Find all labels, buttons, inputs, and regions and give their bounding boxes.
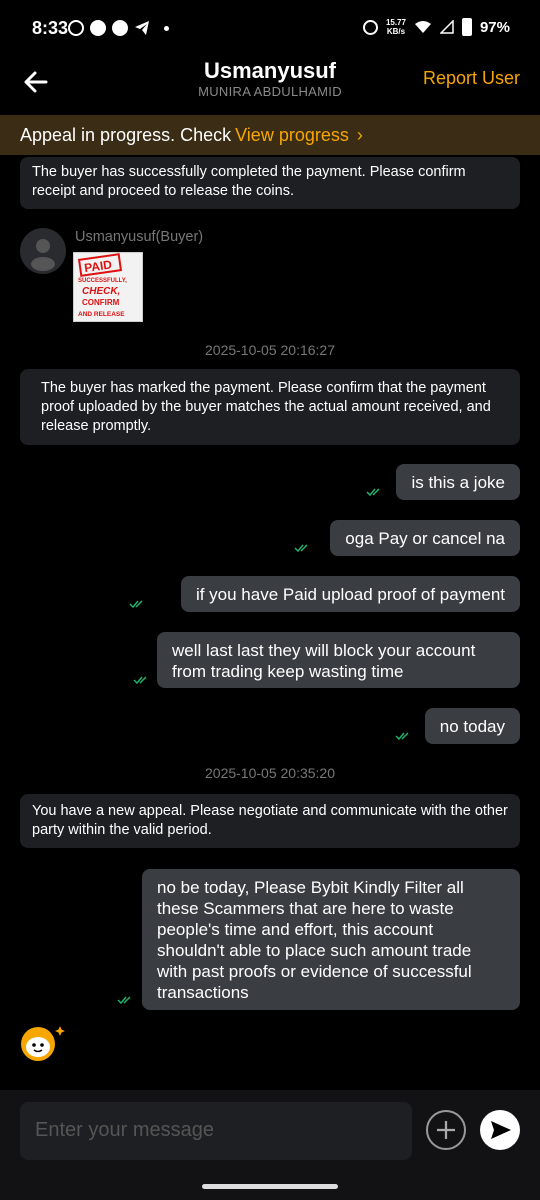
svg-text:CHECK,: CHECK, [82, 286, 120, 297]
payment-proof-image[interactable]: PAID SUCCESSFULLY, CHECK, CONFIRM AND RE… [73, 252, 143, 322]
chevron-right-icon[interactable]: › [357, 125, 363, 146]
add-attachment-button[interactable] [426, 1110, 466, 1150]
view-progress-link[interactable]: View progress [235, 125, 349, 146]
facebook-icon-2 [112, 20, 128, 36]
whatsapp-icon [68, 20, 84, 36]
system-message: You have a new appeal. Please negotiate … [20, 794, 520, 848]
facebook-icon [90, 20, 106, 36]
battery-percent: 97% [479, 18, 510, 36]
telegram-icon [135, 21, 149, 35]
svg-text:SUCCESSFULLY,: SUCCESSFULLY, [78, 278, 127, 284]
read-check-icon [395, 732, 409, 741]
user-icon [31, 239, 55, 271]
sender-name: Usmanyusuf(Buyer) [75, 229, 204, 245]
read-check-icon [133, 676, 147, 685]
notification-icons [68, 20, 169, 36]
chat-bubble: if you have Paid upload proof of payment [180, 576, 520, 612]
chat-bubble: no be today, Please Bybit Kindly Filter … [142, 869, 520, 1010]
timestamp: 2025-10-05 20:16:27 [205, 342, 335, 358]
home-indicator[interactable] [202, 1184, 338, 1189]
read-check-icon [366, 488, 380, 497]
support-bot-icon[interactable] [16, 1022, 66, 1062]
chat-bubble: oga Pay or cancel na [330, 520, 520, 556]
net-speed: 15.77 KB/s [386, 18, 406, 36]
appeal-banner: Appeal in progress. Check View progress … [0, 115, 540, 155]
read-check-icon [294, 544, 308, 553]
avatar [20, 228, 66, 274]
status-time: 8:33 [32, 18, 69, 38]
read-check-icon [129, 600, 143, 609]
net-speed-value: 15.77 [385, 18, 406, 27]
status-bar: 8:33 15.77 KB/s 97% [0, 0, 540, 58]
system-icons: 15.77 KB/s 97% [362, 18, 510, 36]
chat-bubble: is this a joke [396, 464, 520, 500]
message-input[interactable]: Enter your message [20, 1102, 412, 1160]
report-user-button[interactable]: Report User [423, 68, 520, 89]
svg-text:AND RELEASE: AND RELEASE [78, 311, 125, 318]
chat-header: Usmanyusuf MUNIRA ABDULHAMID Report User [0, 58, 540, 112]
send-button[interactable] [480, 1110, 520, 1150]
appeal-text: Appeal in progress. Check [20, 124, 232, 145]
chat-bubble: well last last they will block your acco… [157, 632, 520, 688]
system-message: The buyer has successfully completed the… [20, 157, 520, 209]
more-notifications-dot [164, 25, 169, 31]
svg-text:CONFIRM: CONFIRM [82, 298, 120, 307]
timestamp: 2025-10-05 20:35:20 [205, 765, 335, 781]
net-speed-unit: KB/s [386, 27, 406, 36]
alarm-icon [362, 19, 378, 35]
battery-icon [461, 18, 472, 36]
chat-bubble: no today [424, 708, 520, 744]
wifi-icon [414, 21, 431, 33]
paid-stamp-image: PAID SUCCESSFULLY, CHECK, CONFIRM AND RE… [77, 253, 127, 318]
message-composer: Enter your message [0, 1090, 540, 1200]
read-check-icon [117, 996, 131, 1005]
system-message: The buyer has marked the payment. Please… [20, 369, 520, 445]
signal-icon [439, 20, 454, 34]
